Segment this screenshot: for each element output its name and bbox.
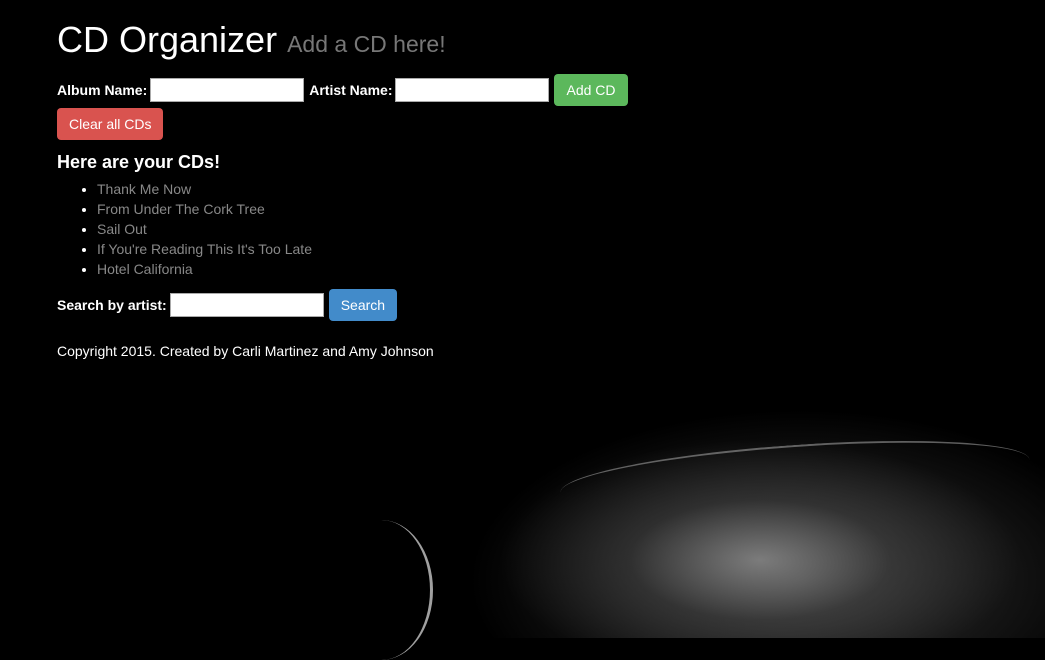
list-item: Sail Out: [97, 219, 1045, 239]
page-content: CD Organizer Add a CD here! Album Name: …: [0, 0, 1045, 359]
add-cd-form: Album Name: Artist Name: Add CD: [57, 74, 1045, 106]
list-item: If You're Reading This It's Too Late: [97, 239, 1045, 259]
list-item: Hotel California: [97, 259, 1045, 279]
add-cd-button[interactable]: Add CD: [554, 74, 628, 106]
album-name-label: Album Name:: [57, 82, 148, 98]
cd-link[interactable]: Thank Me Now: [97, 181, 191, 197]
artist-name-input[interactable]: [395, 78, 550, 102]
album-name-input[interactable]: [150, 78, 305, 102]
cd-list-heading: Here are your CDs!: [57, 152, 221, 172]
copyright-footer: Copyright 2015. Created by Carli Martine…: [57, 343, 434, 359]
title-text: CD Organizer: [57, 19, 278, 60]
cd-link[interactable]: Hotel California: [97, 261, 193, 277]
background-arc: [330, 520, 433, 660]
page-title: CD Organizer Add a CD here!: [57, 0, 1045, 64]
cd-link[interactable]: Sail Out: [97, 221, 147, 237]
cd-link[interactable]: From Under The Cork Tree: [97, 201, 265, 217]
cd-list: Thank Me Now From Under The Cork Tree Sa…: [57, 179, 1045, 279]
clear-all-cds-button[interactable]: Clear all CDs: [57, 108, 164, 140]
list-item: Thank Me Now: [97, 179, 1045, 199]
cd-link[interactable]: If You're Reading This It's Too Late: [97, 241, 312, 257]
artist-name-label: Artist Name:: [309, 82, 393, 98]
page-subtitle: Add a CD here!: [287, 31, 446, 57]
search-artist-label: Search by artist:: [57, 297, 167, 313]
search-button[interactable]: Search: [328, 289, 398, 321]
list-item: From Under The Cork Tree: [97, 199, 1045, 219]
search-form: Search by artist: Search: [57, 289, 1045, 321]
search-artist-input[interactable]: [169, 293, 324, 317]
